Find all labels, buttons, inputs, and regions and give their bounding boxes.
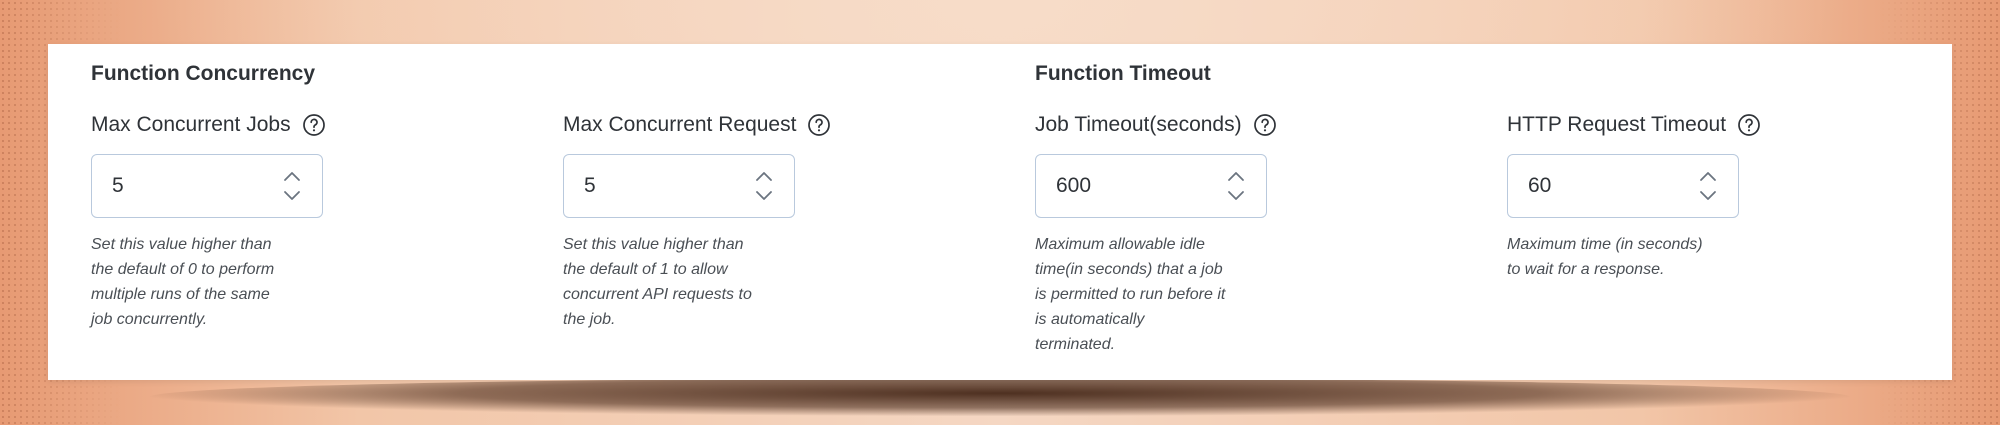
chevron-down-icon[interactable] [1227, 190, 1245, 201]
chevron-up-icon[interactable] [1227, 171, 1245, 182]
job-timeout-label: Job Timeout(seconds) [1035, 113, 1242, 136]
quantity-stepper [744, 171, 784, 201]
question-circle-icon[interactable] [1736, 112, 1762, 138]
job-timeout-input-box [1035, 154, 1267, 218]
max-concurrent-jobs-input[interactable] [92, 173, 272, 199]
chevron-up-icon[interactable] [283, 171, 301, 182]
http-request-timeout-field: HTTP Request Timeout Maximum time (in se… [1507, 110, 1887, 282]
function-timeout-heading: Function Timeout [1035, 62, 1211, 85]
chevron-up-icon[interactable] [1699, 171, 1717, 182]
http-request-timeout-label: HTTP Request Timeout [1507, 113, 1727, 136]
max-concurrent-request-helper-text: Set this value higher than the default o… [563, 236, 752, 328]
chevron-up-icon[interactable] [755, 171, 773, 182]
max-concurrent-request-input[interactable] [564, 173, 744, 199]
field-label-row: HTTP Request Timeout [1507, 110, 1887, 140]
job-timeout-field: Job Timeout(seconds) Maximum allowable i… [1035, 110, 1415, 357]
field-label-row: Max Concurrent Request [563, 110, 943, 140]
quantity-stepper [1688, 171, 1728, 201]
job-timeout-input[interactable] [1036, 173, 1216, 199]
quantity-stepper [1216, 171, 1256, 201]
max-concurrent-request-input-box [563, 154, 795, 218]
question-circle-icon[interactable] [806, 112, 832, 138]
max-concurrent-request-field: Max Concurrent Request Set this value hi… [563, 110, 943, 332]
chevron-down-icon[interactable] [1699, 190, 1717, 201]
chevron-down-icon[interactable] [283, 190, 301, 201]
max-concurrent-request-label: Max Concurrent Request [563, 113, 797, 136]
max-concurrent-jobs-label: Max Concurrent Jobs [91, 113, 291, 136]
panel-drop-shadow [150, 378, 1850, 416]
field-label-row: Max Concurrent Jobs [91, 110, 471, 140]
http-request-timeout-helper-text: Maximum time (in seconds) to wait for a … [1507, 236, 1703, 278]
function-concurrency-heading: Function Concurrency [91, 62, 316, 85]
http-request-timeout-input-box [1507, 154, 1739, 218]
settings-panel: Function Concurrency Function Timeout Ma… [48, 44, 1952, 380]
chevron-down-icon[interactable] [755, 190, 773, 201]
job-timeout-helper-text: Maximum allowable idle time(in seconds) … [1035, 236, 1226, 353]
http-request-timeout-input[interactable] [1508, 173, 1688, 199]
max-concurrent-jobs-input-box [91, 154, 323, 218]
field-label-row: Job Timeout(seconds) [1035, 110, 1415, 140]
max-concurrent-jobs-helper-text: Set this value higher than the default o… [91, 236, 275, 328]
question-circle-icon[interactable] [1252, 112, 1278, 138]
max-concurrent-jobs-field: Max Concurrent Jobs Set this value highe… [91, 110, 471, 332]
question-circle-icon[interactable] [301, 112, 327, 138]
quantity-stepper [272, 171, 312, 201]
